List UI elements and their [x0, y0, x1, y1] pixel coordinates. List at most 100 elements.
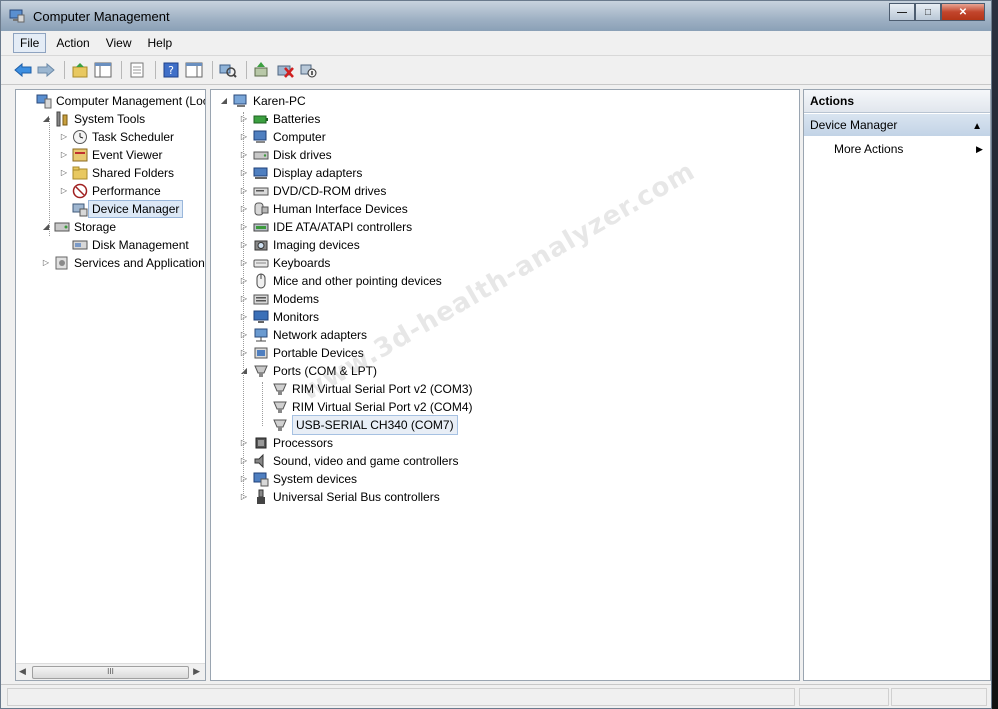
device-category-system-devices[interactable]: ▷ System devices — [241, 470, 358, 488]
minimize-button[interactable]: — — [889, 3, 915, 21]
scroll-left-arrow-icon[interactable]: ◀ — [19, 666, 26, 677]
expander-icon[interactable]: ▷ — [59, 146, 69, 164]
tree-item-system-tools[interactable]: ◢ System Tools — [43, 110, 145, 128]
tree-item-event-viewer[interactable]: ▷ Event Viewer — [61, 146, 163, 164]
device-category-ports-com-lpt[interactable]: ◢ Ports (COM & LPT) — [241, 362, 377, 380]
expander-icon[interactable]: ▷ — [59, 182, 69, 200]
expander-icon[interactable]: ▷ — [239, 272, 249, 290]
show-hide-action-pane-icon[interactable] — [184, 60, 204, 80]
device-category-modems[interactable]: ▷ Modems — [241, 290, 319, 308]
device-category-mice-and-other-pointing-devices[interactable]: ▷ Mice and other pointing devices — [241, 272, 442, 290]
up-folder-icon[interactable] — [70, 60, 90, 80]
tree-root-karen-pc[interactable]: ◢ Karen-PC — [221, 92, 306, 110]
tree-item-label: Task Scheduler — [92, 130, 175, 144]
tree-item-performance[interactable]: ▷ Performance — [61, 182, 161, 200]
tree-item-task-scheduler[interactable]: ▷ Task Scheduler — [61, 128, 175, 146]
device-category-display-adapters[interactable]: ▷ Display adapters — [241, 164, 362, 182]
expander-icon[interactable]: ◢ — [219, 92, 229, 110]
services-icon — [54, 255, 70, 271]
modem-icon — [253, 291, 269, 307]
tree-item-label: Disk Management — [92, 238, 189, 252]
expander-icon[interactable]: ▷ — [239, 434, 249, 452]
portable-icon — [253, 345, 269, 361]
expander-icon[interactable]: ▷ — [239, 200, 249, 218]
expander-icon[interactable]: ▷ — [41, 254, 51, 272]
title-bar[interactable]: Computer Management — □ ✕ — [1, 1, 991, 31]
device-item-label: RIM Virtual Serial Port v2 (COM4) — [292, 400, 473, 414]
device-category-human-interface-devices[interactable]: ▷ Human Interface Devices — [241, 200, 408, 218]
tree-item-disk-management[interactable]: Disk Management — [72, 236, 189, 254]
left-pane-horizontal-scrollbar[interactable]: ◀ III ▶ — [16, 663, 205, 680]
device-category-dvd-cd-rom-drives[interactable]: ▷ DVD/CD-ROM drives — [241, 182, 386, 200]
device-category-sound-video-and-game-controllers[interactable]: ▷ Sound, video and game controllers — [241, 452, 459, 470]
device-category-label: Network adapters — [273, 328, 368, 342]
expander-icon[interactable]: ▷ — [239, 344, 249, 362]
expander-icon[interactable]: ▷ — [239, 146, 249, 164]
maximize-button[interactable]: □ — [915, 3, 941, 21]
expander-icon[interactable]: ▷ — [59, 128, 69, 146]
device-item[interactable]: RIM Virtual Serial Port v2 (COM4) — [272, 398, 473, 416]
properties-icon[interactable] — [127, 60, 147, 80]
device-category-computer[interactable]: ▷ Computer — [241, 128, 326, 146]
expander-icon[interactable]: ▷ — [239, 308, 249, 326]
keyboard-icon — [253, 255, 269, 271]
device-category-monitors[interactable]: ▷ Monitors — [241, 308, 319, 326]
forward-icon[interactable] — [36, 60, 56, 80]
device-category-label: System devices — [273, 472, 358, 486]
actions-section-device-manager[interactable]: Device Manager ▲ — [804, 114, 990, 136]
device-category-keyboards[interactable]: ▷ Keyboards — [241, 254, 330, 272]
monitor-icon — [253, 309, 269, 325]
scan-hardware-icon[interactable] — [218, 60, 238, 80]
menu-file[interactable]: File — [13, 33, 47, 53]
expander-icon[interactable]: ▷ — [239, 470, 249, 488]
device-item[interactable]: RIM Virtual Serial Port v2 (COM3) — [272, 380, 473, 398]
close-button[interactable]: ✕ — [941, 3, 985, 21]
network-icon — [253, 327, 269, 343]
expander-icon[interactable]: ▷ — [239, 218, 249, 236]
menu-action[interactable]: Action — [50, 34, 95, 52]
device-category-imaging-devices[interactable]: ▷ Imaging devices — [241, 236, 360, 254]
console-tree-pane[interactable]: Computer Management (Local ◢ System Tools ▷… — [15, 89, 206, 681]
collapse-arrow-icon[interactable]: ▲ — [972, 116, 982, 138]
show-hide-console-tree-icon[interactable] — [93, 60, 113, 80]
device-category-ide-ata-atapi-controllers[interactable]: ▷ IDE ATA/ATAPI controllers — [241, 218, 412, 236]
help-icon[interactable]: ? — [161, 60, 181, 80]
expander-icon[interactable]: ▷ — [239, 326, 249, 344]
expander-icon[interactable]: ▷ — [239, 452, 249, 470]
expander-icon[interactable]: ◢ — [239, 362, 249, 380]
tree-item-computer-management-local[interactable]: Computer Management (Local — [36, 92, 205, 110]
update-driver-icon[interactable] — [252, 60, 272, 80]
device-category-processors[interactable]: ▷ Processors — [241, 434, 333, 452]
tree-item-services-and-applications[interactable]: ▷ Services and Applications — [43, 254, 205, 272]
uninstall-icon[interactable] — [275, 60, 295, 80]
expander-icon[interactable]: ▷ — [59, 164, 69, 182]
tree-item-device-manager[interactable]: Device Manager — [72, 200, 184, 218]
device-category-batteries[interactable]: ▷ Batteries — [241, 110, 320, 128]
scroll-right-arrow-icon[interactable]: ▶ — [193, 666, 200, 677]
desktop-background — [992, 0, 998, 709]
tree-item-storage[interactable]: ◢ Storage — [43, 218, 116, 236]
more-actions-item[interactable]: More Actions ▶ — [834, 140, 983, 158]
device-category-portable-devices[interactable]: ▷ Portable Devices — [241, 344, 364, 362]
expander-icon[interactable]: ▷ — [239, 488, 249, 506]
disable-device-icon[interactable] — [298, 60, 318, 80]
device-category-network-adapters[interactable]: ▷ Network adapters — [241, 326, 368, 344]
device-category-label: Human Interface Devices — [273, 202, 408, 216]
device-category-universal-serial-bus-controllers[interactable]: ▷ Universal Serial Bus controllers — [241, 488, 440, 506]
device-item[interactable]: USB-SERIAL CH340 (COM7) — [272, 415, 458, 435]
expander-icon[interactable]: ▷ — [239, 182, 249, 200]
back-icon[interactable] — [13, 60, 33, 80]
expander-icon[interactable]: ▷ — [239, 164, 249, 182]
expander-icon[interactable]: ▷ — [239, 110, 249, 128]
expander-icon[interactable]: ▷ — [239, 254, 249, 272]
expander-icon[interactable]: ▷ — [239, 128, 249, 146]
tree-item-shared-folders[interactable]: ▷ Shared Folders — [61, 164, 174, 182]
scrollbar-thumb[interactable]: III — [32, 666, 189, 679]
device-category-label: Sound, video and game controllers — [273, 454, 459, 468]
expander-icon[interactable]: ▷ — [239, 236, 249, 254]
expander-icon[interactable]: ▷ — [239, 290, 249, 308]
device-category-disk-drives[interactable]: ▷ Disk drives — [241, 146, 332, 164]
menu-help[interactable]: Help — [142, 34, 179, 52]
device-tree-pane[interactable]: ◢ Karen-PC ▷ Batteries ▷ Computer ▷ Disk drives… — [210, 89, 800, 681]
menu-view[interactable]: View — [100, 34, 138, 52]
